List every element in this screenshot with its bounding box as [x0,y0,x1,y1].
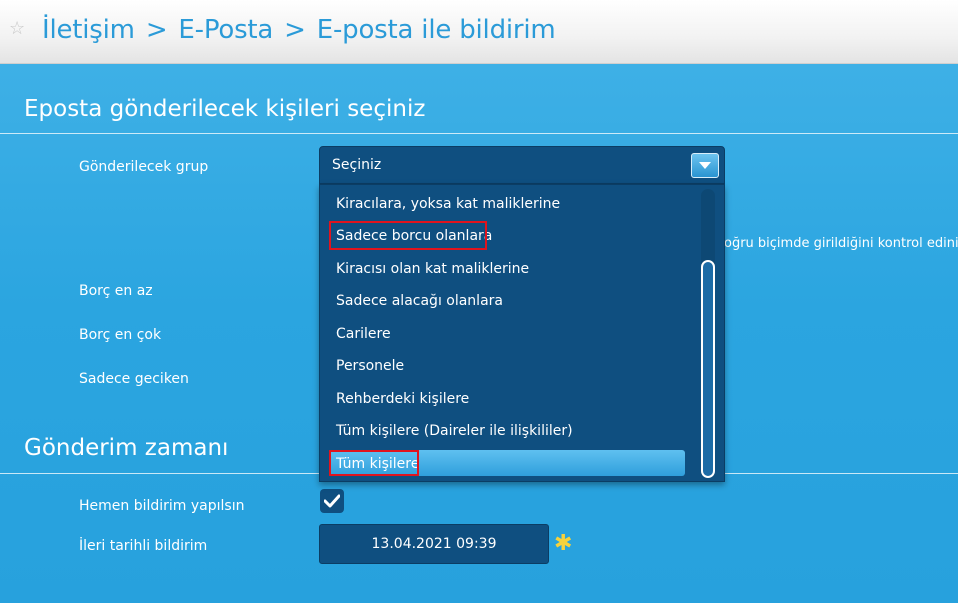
breadcrumb-separator: > [145,15,168,45]
chevron-down-icon [699,162,711,169]
section-divider [0,133,958,134]
scheduled-datetime-value: 13.04.2021 09:39 [371,536,497,552]
scrollbar-thumb[interactable] [701,260,715,478]
annotation-box [329,221,487,250]
group-label: Gönderilecek grup [79,159,209,175]
option-tum-kisilere-daireler[interactable]: Tüm kişilere (Daireler ile ilişkililer) [336,422,573,440]
option-kiracilara[interactable]: Kiracılara, yoksa kat maliklerine [336,195,560,213]
option-kiracisi-olan[interactable]: Kiracısı olan kat maliklerine [336,260,529,278]
breadcrumb-separator: > [284,15,306,45]
breadcrumb-item-eposta[interactable]: E-Posta [178,15,273,45]
breadcrumb-item-eposta-bildirim: E-posta ile bildirim [316,15,556,45]
section-title-timing: Gönderim zamanı [24,435,229,461]
checkmark-icon [324,494,340,508]
group-select[interactable]: Seçiniz [319,146,725,184]
annotation-box [329,450,419,476]
max-debt-label: Borç en çok [79,327,162,343]
option-personele[interactable]: Personele [336,357,404,375]
dropdown-toggle-button[interactable] [691,153,719,178]
min-debt-label: Borç en az [79,283,153,299]
asterisk-icon: ✱ [554,531,573,556]
option-sadece-alacagi[interactable]: Sadece alacağı olanlara [336,292,503,310]
section-title-recipients: Eposta gönderilecek kişileri seçiniz [24,96,426,122]
scheduled-datetime-input[interactable]: 13.04.2021 09:39 [319,524,549,564]
option-carilere[interactable]: Carilere [336,325,391,343]
breadcrumb-item-iletisim[interactable]: İletişim [42,15,135,45]
validation-hint: oğru biçimde girildiğini kontrol ediniz. [724,236,958,251]
immediate-checkbox[interactable] [320,489,344,513]
group-select-value: Seçiniz [332,157,382,173]
immediate-label: Hemen bildirim yapılsın [79,498,245,514]
page-header: ☆ İletişim > E-Posta > E-posta ile bildirim [0,0,958,64]
late-only-label: Sadece geciken [79,371,189,387]
star-icon[interactable]: ☆ [9,20,25,38]
group-dropdown-list: Kiracılara, yoksa kat maliklerine Sadece… [319,184,725,482]
option-rehberdeki[interactable]: Rehberdeki kişilere [336,390,469,408]
breadcrumb: İletişim > E-Posta > E-posta ile bildirim [42,12,556,48]
scheduled-label: İleri tarihli bildirim [79,538,208,554]
